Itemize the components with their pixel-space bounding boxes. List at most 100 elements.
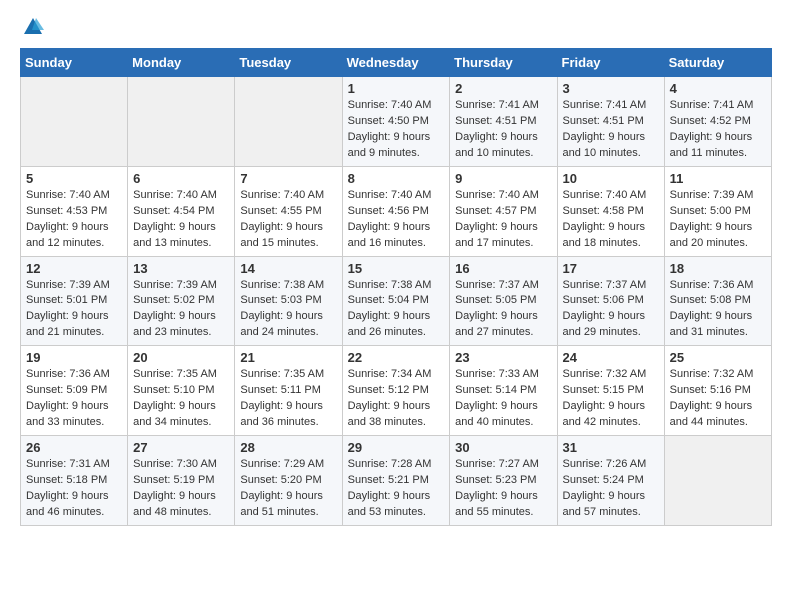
calendar-cell — [664, 436, 771, 526]
day-number: 24 — [563, 350, 659, 365]
calendar-cell: 30Sunrise: 7:27 AMSunset: 5:23 PMDayligh… — [450, 436, 557, 526]
calendar-cell: 12Sunrise: 7:39 AMSunset: 5:01 PMDayligh… — [21, 256, 128, 346]
cell-info: Daylight: 9 hours and 38 minutes. — [348, 399, 445, 431]
cell-info: Sunrise: 7:36 AM — [26, 367, 122, 383]
day-number: 13 — [133, 261, 229, 276]
cell-info: Sunrise: 7:39 AM — [670, 188, 766, 204]
day-number: 19 — [26, 350, 122, 365]
cell-info: Daylight: 9 hours and 17 minutes. — [455, 220, 551, 252]
cell-info: Sunrise: 7:35 AM — [133, 367, 229, 383]
cell-info: Daylight: 9 hours and 33 minutes. — [26, 399, 122, 431]
cell-info: Daylight: 9 hours and 24 minutes. — [240, 309, 336, 341]
header — [20, 16, 772, 38]
calendar-week-row: 12Sunrise: 7:39 AMSunset: 5:01 PMDayligh… — [21, 256, 772, 346]
weekday-header: Monday — [128, 49, 235, 77]
cell-info: Sunset: 5:04 PM — [348, 293, 445, 309]
cell-info: Sunrise: 7:38 AM — [240, 278, 336, 294]
cell-info: Sunset: 5:05 PM — [455, 293, 551, 309]
weekday-header: Saturday — [664, 49, 771, 77]
calendar-cell: 8Sunrise: 7:40 AMSunset: 4:56 PMDaylight… — [342, 166, 450, 256]
cell-info: Sunrise: 7:41 AM — [670, 98, 766, 114]
calendar-cell: 9Sunrise: 7:40 AMSunset: 4:57 PMDaylight… — [450, 166, 557, 256]
cell-info: Sunset: 5:23 PM — [455, 473, 551, 489]
cell-info: Sunrise: 7:29 AM — [240, 457, 336, 473]
cell-info: Daylight: 9 hours and 10 minutes. — [563, 130, 659, 162]
page: SundayMondayTuesdayWednesdayThursdayFrid… — [0, 0, 792, 546]
calendar-cell: 28Sunrise: 7:29 AMSunset: 5:20 PMDayligh… — [235, 436, 342, 526]
calendar-cell: 10 Sunrise: 7:40 AMSunset: 4:58 PMDayligh… — [557, 166, 664, 256]
day-number: 29 — [348, 440, 445, 455]
calendar-week-row: 5Sunrise: 7:40 AMSunset: 4:53 PMDaylight… — [21, 166, 772, 256]
cell-info: Daylight: 9 hours and 53 minutes. — [348, 489, 445, 521]
day-number: 27 — [133, 440, 229, 455]
cell-info: Sunset: 5:08 PM — [670, 293, 766, 309]
cell-info: Daylight: 9 hours and 55 minutes. — [455, 489, 551, 521]
day-number: 28 — [240, 440, 336, 455]
cell-info: Daylight: 9 hours and 34 minutes. — [133, 399, 229, 431]
day-number: 22 — [348, 350, 445, 365]
day-number: 30 — [455, 440, 551, 455]
cell-info: Sunrise: 7:40 AM — [240, 188, 336, 204]
day-number: 1 — [348, 81, 445, 96]
cell-info: Sunrise: 7:39 AM — [26, 278, 122, 294]
day-number: 18 — [670, 261, 766, 276]
calendar-table: SundayMondayTuesdayWednesdayThursdayFrid… — [20, 48, 772, 526]
cell-info: Daylight: 9 hours and 9 minutes. — [348, 130, 445, 162]
cell-info: Sunrise: 7:38 AM — [348, 278, 445, 294]
weekday-header: Wednesday — [342, 49, 450, 77]
day-number: 10 — [563, 171, 659, 186]
cell-info: Daylight: 9 hours and 36 minutes. — [240, 399, 336, 431]
cell-info: Sunset: 5:11 PM — [240, 383, 336, 399]
cell-info: Sunset: 4:51 PM — [455, 114, 551, 130]
cell-info: Daylight: 9 hours and 18 minutes. — [563, 220, 659, 252]
calendar-cell — [235, 77, 342, 167]
day-number: 15 — [348, 261, 445, 276]
calendar-cell: 1Sunrise: 7:40 AMSunset: 4:50 PMDaylight… — [342, 77, 450, 167]
weekday-header: Friday — [557, 49, 664, 77]
calendar-cell: 11 Sunrise: 7:39 AMSunset: 5:00 PMDayligh… — [664, 166, 771, 256]
day-number: 6 — [133, 171, 229, 186]
cell-info: Sunrise: 7:40 AM — [26, 188, 122, 204]
logo-icon — [22, 16, 44, 38]
calendar-cell: 2Sunrise: 7:41 AMSunset: 4:51 PMDaylight… — [450, 77, 557, 167]
cell-info: Sunrise: 7:37 AM — [563, 278, 659, 294]
logo — [20, 16, 44, 38]
day-number: 20 — [133, 350, 229, 365]
cell-info: Daylight: 9 hours and 48 minutes. — [133, 489, 229, 521]
cell-info: Daylight: 9 hours and 12 minutes. — [26, 220, 122, 252]
cell-info: Sunset: 4:58 PM — [563, 204, 659, 220]
calendar-cell: 26Sunrise: 7:31 AMSunset: 5:18 PMDayligh… — [21, 436, 128, 526]
cell-info: Sunset: 4:51 PM — [563, 114, 659, 130]
calendar-cell: 15Sunrise: 7:38 AMSunset: 5:04 PMDayligh… — [342, 256, 450, 346]
cell-info: Daylight: 9 hours and 40 minutes. — [455, 399, 551, 431]
calendar-cell: 23Sunrise: 7:33 AMSunset: 5:14 PMDayligh… — [450, 346, 557, 436]
cell-info: Daylight: 9 hours and 11 minutes. — [670, 130, 766, 162]
cell-info: Sunset: 5:01 PM — [26, 293, 122, 309]
cell-info: Sunset: 4:53 PM — [26, 204, 122, 220]
cell-info: Sunset: 5:24 PM — [563, 473, 659, 489]
day-number: 31 — [563, 440, 659, 455]
calendar-cell: 4Sunrise: 7:41 AMSunset: 4:52 PMDaylight… — [664, 77, 771, 167]
cell-info: Sunrise: 7:40 AM — [563, 188, 659, 204]
cell-info: Sunset: 4:54 PM — [133, 204, 229, 220]
calendar-cell: 22Sunrise: 7:34 AMSunset: 5:12 PMDayligh… — [342, 346, 450, 436]
cell-info: Sunset: 5:00 PM — [670, 204, 766, 220]
cell-info: Sunrise: 7:34 AM — [348, 367, 445, 383]
cell-info: Daylight: 9 hours and 20 minutes. — [670, 220, 766, 252]
day-number: 8 — [348, 171, 445, 186]
calendar-header-row: SundayMondayTuesdayWednesdayThursdayFrid… — [21, 49, 772, 77]
cell-info: Sunrise: 7:32 AM — [670, 367, 766, 383]
day-number: 11 — [670, 171, 766, 186]
cell-info: Sunset: 5:19 PM — [133, 473, 229, 489]
calendar-cell: 7Sunrise: 7:40 AMSunset: 4:55 PMDaylight… — [235, 166, 342, 256]
cell-info: Sunset: 5:21 PM — [348, 473, 445, 489]
cell-info: Sunrise: 7:28 AM — [348, 457, 445, 473]
cell-info: Sunrise: 7:32 AM — [563, 367, 659, 383]
cell-info: Sunrise: 7:26 AM — [563, 457, 659, 473]
cell-info: Sunset: 5:02 PM — [133, 293, 229, 309]
cell-info: Sunrise: 7:40 AM — [348, 98, 445, 114]
weekday-header: Sunday — [21, 49, 128, 77]
calendar-cell: 14Sunrise: 7:38 AMSunset: 5:03 PMDayligh… — [235, 256, 342, 346]
weekday-header: Tuesday — [235, 49, 342, 77]
calendar-cell: 17Sunrise: 7:37 AMSunset: 5:06 PMDayligh… — [557, 256, 664, 346]
